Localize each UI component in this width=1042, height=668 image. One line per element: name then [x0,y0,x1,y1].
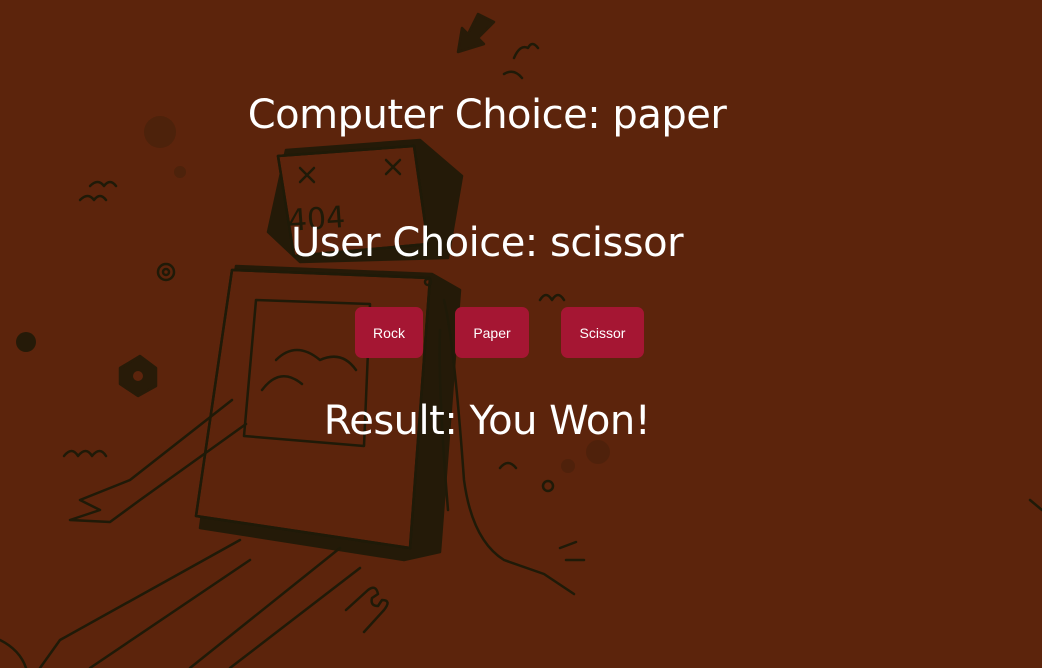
rock-button[interactable]: Rock [355,307,423,358]
computer-choice-heading: Computer Choice: paper [247,92,727,138]
user-choice-heading: User Choice: scissor [290,220,684,266]
paper-button[interactable]: Paper [455,307,529,358]
game-content: Computer Choice: paper User Choice: scis… [0,0,1042,668]
game-page: 404 Computer Choice: paper User Choice: … [0,0,1042,668]
result-heading: Result: You Won! [323,398,651,444]
scissor-button[interactable]: Scissor [561,307,644,358]
